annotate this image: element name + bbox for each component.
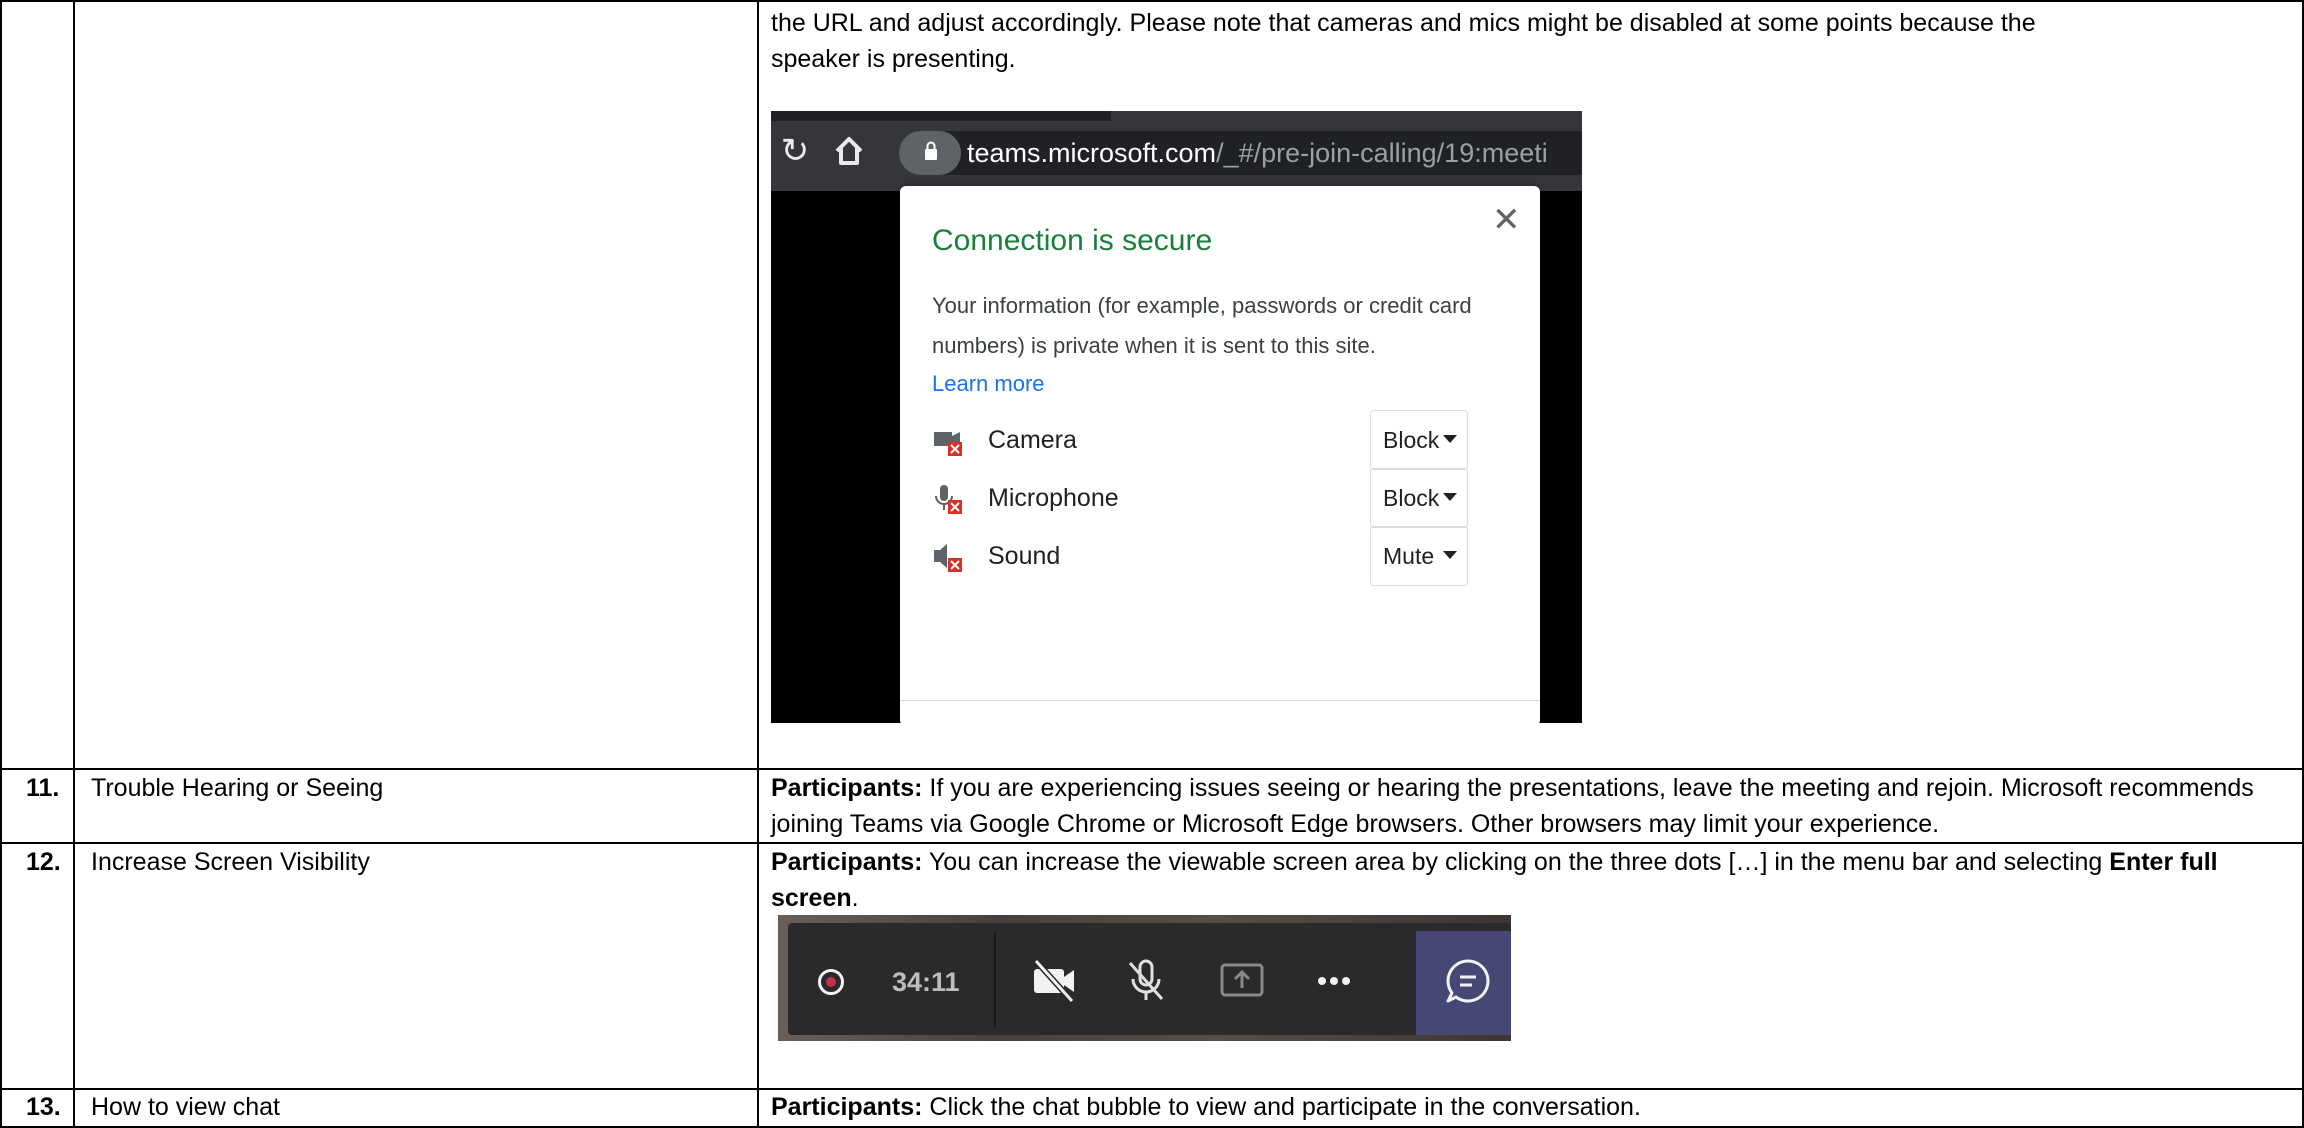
table-border-top [0,0,2304,2]
permission-label: Microphone [988,484,1119,512]
row-instructions: Participants: If you are experiencing is… [771,770,2296,842]
teams-toolbar-screenshot: 34:11 [778,915,1511,1041]
instructions-end: . [851,884,859,912]
camera-off-icon [1033,958,1075,1004]
row-instructions: Participants: You can increase the viewa… [771,844,2296,916]
permission-select: Block [1370,468,1468,528]
instructions-line: speaker is presenting. [771,45,1016,73]
dropdown-arrow-icon [1443,551,1457,559]
popup-description: Your information (for example, passwords… [932,293,1472,358]
permission-value: Mute [1383,543,1435,569]
permission-value: Block [1383,427,1440,453]
permission-select: Mute [1370,526,1468,586]
teams-meeting-toolbar: 34:11 [788,923,1511,1035]
reload-icon: ↻ [780,132,810,170]
meeting-timer: 34:11 [892,967,960,997]
site-info-popup: ✕ Connection is secure Your information … [900,186,1540,723]
participants-label: Participants: [771,848,923,876]
column-divider [73,0,75,1128]
permission-value: Block [1383,485,1440,511]
url-path: /_#/pre-join-calling/19:meeti [1216,138,1548,168]
more-options-icon [1318,977,1350,985]
row-number: 12. [26,848,61,876]
permission-select: Block [1370,410,1468,470]
share-screen-icon [1220,963,1264,997]
column-divider [757,0,759,1128]
row-number: 13. [26,1093,61,1121]
permission-label: Camera [988,426,1077,454]
sound-muted-icon [934,544,962,572]
chrome-tabstrip [771,111,1582,121]
chrome-tab [1111,111,1582,121]
close-icon: ✕ [1492,201,1521,239]
row-instructions: Participants: Click the chat bubble to v… [771,1089,2296,1125]
popup-divider [900,700,1540,701]
mic-off-icon [1128,959,1164,1000]
instructions-table: the URL and adjust accordingly. Please n… [0,0,2304,1128]
camera-blocked-icon [934,432,962,456]
home-icon [835,137,863,165]
instructions-line: the URL and adjust accordingly. Please n… [771,9,2036,37]
row-number: 11. [26,774,60,802]
chrome-toolbar: ↻ teams.microsoft.com/_#/pre-join-callin… [771,121,1582,191]
row-topic: Trouble Hearing or Seeing [91,774,384,802]
instructions-text: Click the chat bubble to view and partic… [922,1093,1641,1121]
row-10-instructions: the URL and adjust accordingly. Please n… [771,5,2296,77]
url-text: teams.microsoft.com/_#/pre-join-calling/… [967,131,1548,175]
participants-label: Participants: [771,1093,923,1121]
row-topic: How to view chat [91,1093,280,1121]
record-icon [818,969,844,995]
popup-title: Connection is secure [932,224,1213,257]
participants-label: Participants: [771,774,923,802]
row-topic: Increase Screen Visibility [91,848,370,876]
permission-row-microphone: Microphone Block [932,468,1512,528]
table-border-left [0,0,2,1128]
chat-bubble-icon [1446,959,1490,1003]
chrome-site-info-screenshot: ↻ teams.microsoft.com/_#/pre-join-callin… [771,111,1582,723]
learn-more-link: Learn more [932,371,1045,396]
url-domain: teams.microsoft.com [967,138,1217,168]
dropdown-arrow-icon [1443,493,1457,501]
lock-icon [925,141,937,160]
dropdown-arrow-icon [1443,435,1457,443]
instructions-text: If you are experiencing issues seeing or… [771,774,2254,838]
toolbar-divider [994,931,996,1027]
instructions-text: You can increase the viewable screen are… [922,848,2110,876]
permission-row-sound: Sound Mute [932,526,1512,586]
permission-row-camera: Camera Block [932,410,1512,470]
permission-label: Sound [988,542,1061,570]
microphone-blocked-icon [935,485,962,514]
